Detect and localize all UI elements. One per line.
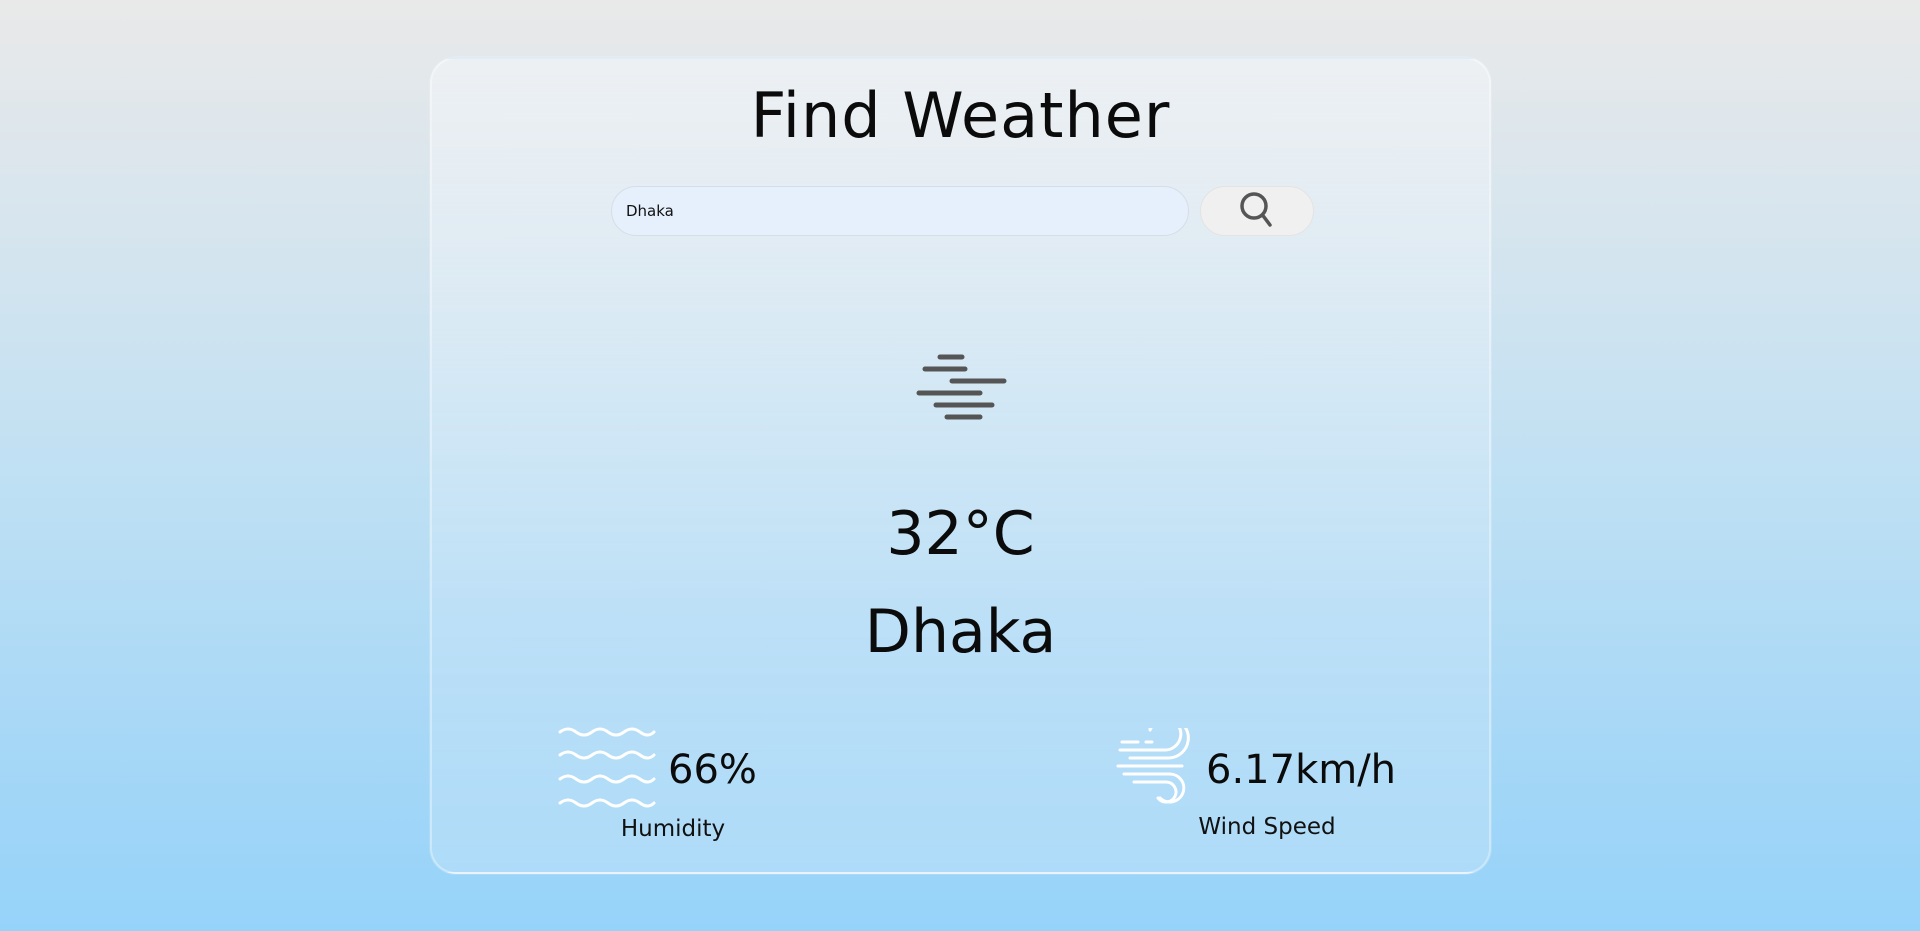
wind-icon xyxy=(1116,716,1198,806)
wind-speed-label: Wind Speed xyxy=(1198,814,1336,840)
temperature: 32°C xyxy=(886,499,1035,569)
humidity-label: Humidity xyxy=(620,816,726,842)
wind-speed-value: 6.17km/h xyxy=(1206,747,1397,793)
humidity-value: 66% xyxy=(668,747,757,793)
search-input[interactable] xyxy=(611,186,1189,236)
search-button[interactable] xyxy=(1200,186,1314,236)
search-icon xyxy=(1239,190,1275,233)
app-title: Find Weather xyxy=(750,79,1171,152)
mist-icon xyxy=(907,349,1017,429)
humidity-waves-icon xyxy=(558,727,656,809)
weather-card: Find Weather 32°C Dhaka xyxy=(430,57,1491,874)
city-name: Dhaka xyxy=(864,597,1057,667)
